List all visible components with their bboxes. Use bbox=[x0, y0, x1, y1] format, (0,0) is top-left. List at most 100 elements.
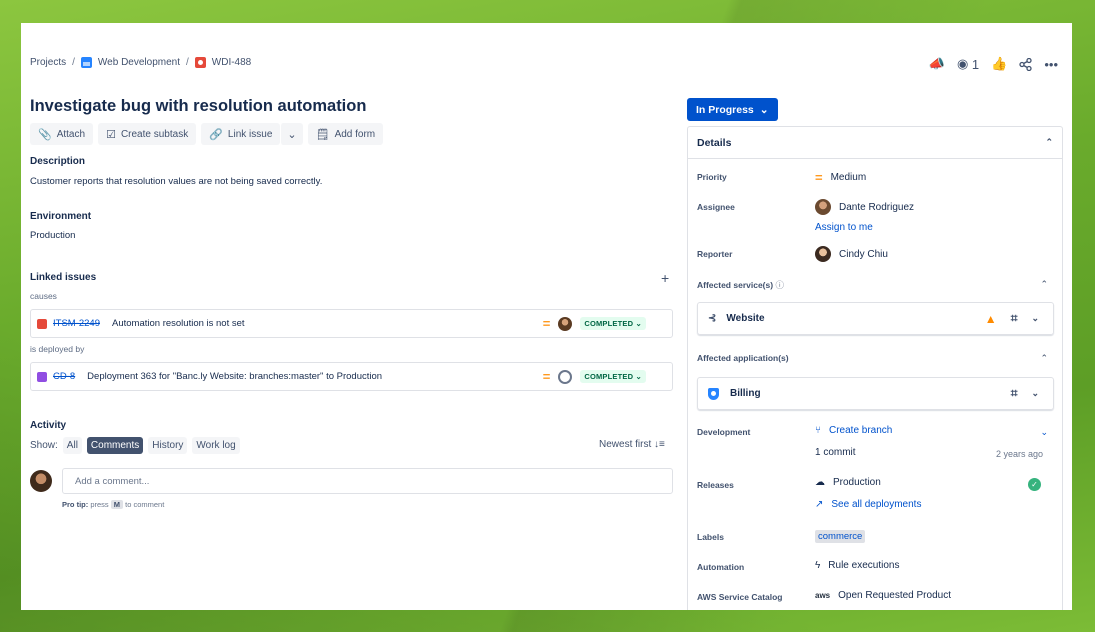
chevron-down-icon[interactable]: ⌄ bbox=[1031, 313, 1039, 324]
reporter-value: Cindy Chiu bbox=[839, 248, 888, 260]
labels-field[interactable]: commerce bbox=[815, 530, 866, 543]
linked-issue-key[interactable]: ITSM-2249 bbox=[53, 318, 100, 329]
comment-input[interactable]: Add a comment... bbox=[62, 468, 673, 494]
linked-issue-row[interactable]: CD-8 Deployment 363 for "Banc.ly Website… bbox=[30, 362, 673, 391]
affected-services-text: Affected service(s) bbox=[697, 280, 774, 290]
service-card[interactable]: ⊰ Website ▲ ⌗ ⌄ bbox=[697, 302, 1054, 335]
breadcrumb-projects[interactable]: Projects bbox=[30, 57, 66, 68]
service-actions: ▲ ⌗ ⌄ bbox=[985, 311, 1039, 326]
aws-service-catalog-label: AWS Service Catalog bbox=[697, 592, 783, 602]
chevron-down-icon[interactable]: ⌄ bbox=[1040, 427, 1048, 438]
subtask-icon: ☑ bbox=[106, 128, 116, 141]
attach-label: Attach bbox=[56, 128, 86, 140]
add-link-icon[interactable]: + bbox=[661, 270, 669, 286]
form-icon: 🗒 bbox=[315, 128, 330, 141]
reporter-label: Reporter bbox=[697, 249, 733, 259]
add-form-button[interactable]: 🗒 Add form bbox=[307, 123, 384, 145]
chevron-up-icon[interactable]: ⌃ bbox=[1040, 279, 1048, 290]
unassigned-avatar bbox=[558, 369, 573, 384]
commit-time: 2 years ago bbox=[995, 449, 1043, 459]
info-icon[interactable]: ⓘ bbox=[775, 280, 784, 290]
watch-button[interactable]: ◉ 1 bbox=[957, 56, 979, 72]
chevron-down-icon[interactable]: ⌄ bbox=[1031, 388, 1039, 399]
create-branch-label: Create branch bbox=[829, 425, 893, 436]
watch-count: 1 bbox=[971, 56, 980, 72]
affected-services-label: Affected service(s) ⓘ bbox=[697, 279, 784, 291]
link-issue-dropdown[interactable]: ⌄ bbox=[280, 123, 303, 145]
breadcrumb-issue-key[interactable]: WDI-488 bbox=[212, 57, 251, 68]
shield-icon bbox=[708, 387, 719, 400]
aws-open-product[interactable]: aws Open Requested Product bbox=[815, 590, 951, 601]
status-label: In Progress bbox=[696, 103, 754, 116]
label-tag[interactable]: commerce bbox=[815, 530, 866, 543]
paperclip-icon: 📎 bbox=[38, 128, 52, 141]
breadcrumb-project[interactable]: Web Development bbox=[98, 57, 180, 68]
releases-label: Releases bbox=[697, 480, 734, 490]
status-badge[interactable]: COMPLETED ⌄ bbox=[580, 317, 646, 330]
like-icon[interactable]: 👍 bbox=[991, 56, 1007, 72]
application-card[interactable]: Billing ⌗ ⌄ bbox=[697, 377, 1054, 410]
link-relation-causes: causes bbox=[30, 291, 57, 301]
more-icon[interactable]: ••• bbox=[1044, 56, 1058, 72]
create-subtask-button[interactable]: ☑ Create subtask bbox=[98, 123, 197, 145]
status-label: COMPLETED bbox=[584, 372, 634, 381]
status-dropdown-button[interactable]: In Progress ⌄ bbox=[687, 98, 778, 121]
filter-all[interactable]: All bbox=[62, 437, 82, 454]
avatar bbox=[558, 316, 573, 331]
link-relation-deployed: is deployed by bbox=[30, 344, 85, 354]
avatar bbox=[815, 199, 831, 215]
issue-toolbar: 📎 Attach ☑ Create subtask 🔗 Link issue ⌄… bbox=[30, 123, 384, 145]
issue-title[interactable]: Investigate bug with resolution automati… bbox=[30, 97, 366, 116]
cloud-upload-icon: ☁ bbox=[815, 477, 825, 488]
sort-button[interactable]: Newest first ↓≡ bbox=[599, 439, 665, 450]
comment-placeholder: Add a comment... bbox=[75, 475, 150, 487]
linked-issue-row[interactable]: ITSM-2249 Automation resolution is not s… bbox=[30, 309, 673, 338]
rule-executions-label: Rule executions bbox=[828, 560, 900, 571]
priority-medium-icon: = bbox=[542, 369, 551, 384]
warning-icon: ▲ bbox=[984, 311, 997, 326]
filter-comments[interactable]: Comments bbox=[86, 437, 144, 454]
link-issue-label: Link issue bbox=[227, 128, 273, 140]
status-badge[interactable]: COMPLETED ⌄ bbox=[580, 370, 646, 383]
chevron-up-icon[interactable]: ⌃ bbox=[1040, 353, 1048, 364]
labels-label: Labels bbox=[697, 532, 724, 542]
assign-to-me-link[interactable]: Assign to me bbox=[815, 222, 873, 233]
description-heading: Description bbox=[30, 156, 86, 167]
pro-tip-press: press bbox=[90, 500, 109, 509]
development-label: Development bbox=[697, 427, 751, 437]
share-icon[interactable] bbox=[1019, 56, 1032, 72]
avatar bbox=[815, 246, 831, 262]
chevron-down-icon: ⌄ bbox=[759, 103, 769, 116]
activity-filters: Show: All Comments History Work log bbox=[30, 437, 240, 454]
linked-issue-summary[interactable]: Deployment 363 for "Banc.ly Website: bra… bbox=[87, 371, 382, 382]
priority-field[interactable]: = Medium bbox=[815, 170, 866, 185]
filter-history[interactable]: History bbox=[148, 437, 188, 454]
release-env[interactable]: ☁ Production bbox=[815, 477, 881, 488]
filter-work-log[interactable]: Work log bbox=[192, 437, 240, 454]
aws-logo: aws bbox=[815, 591, 831, 600]
link-issue-button[interactable]: 🔗 Link issue bbox=[201, 123, 281, 145]
linked-issue-key[interactable]: CD-8 bbox=[53, 371, 75, 382]
status-label: COMPLETED bbox=[584, 319, 634, 328]
pro-tip-rest: to comment bbox=[125, 500, 165, 509]
linked-issue-summary[interactable]: Automation resolution is not set bbox=[112, 318, 245, 329]
commit-count[interactable]: 1 commit bbox=[815, 447, 856, 458]
description-text[interactable]: Customer reports that resolution values … bbox=[30, 176, 322, 187]
megaphone-icon[interactable]: 📣 bbox=[929, 56, 945, 72]
create-branch-link[interactable]: ⑂ Create branch bbox=[815, 425, 892, 436]
header-actions: 📣 ◉ 1 👍 ••• bbox=[929, 56, 1058, 72]
attach-button[interactable]: 📎 Attach bbox=[30, 123, 94, 145]
arrow-up-right-icon: ↗ bbox=[815, 499, 824, 510]
eye-icon: ◉ bbox=[956, 56, 969, 71]
assignee-field[interactable]: Dante Rodriguez bbox=[815, 199, 914, 215]
reporter-field[interactable]: Cindy Chiu bbox=[815, 246, 888, 262]
automation-label: Automation bbox=[697, 562, 745, 572]
environment-text[interactable]: Production bbox=[30, 230, 75, 241]
rule-executions[interactable]: ϟ Rule executions bbox=[815, 560, 899, 571]
scan-icon[interactable]: ⌗ bbox=[1011, 386, 1018, 401]
see-all-deployments-link[interactable]: ↗ See all deployments bbox=[815, 499, 921, 510]
details-header[interactable]: Details ⌃ bbox=[688, 127, 1062, 159]
scan-icon[interactable]: ⌗ bbox=[1011, 311, 1018, 326]
breadcrumb-separator: / bbox=[72, 57, 75, 68]
chevron-down-icon: ⌄ bbox=[287, 128, 297, 141]
